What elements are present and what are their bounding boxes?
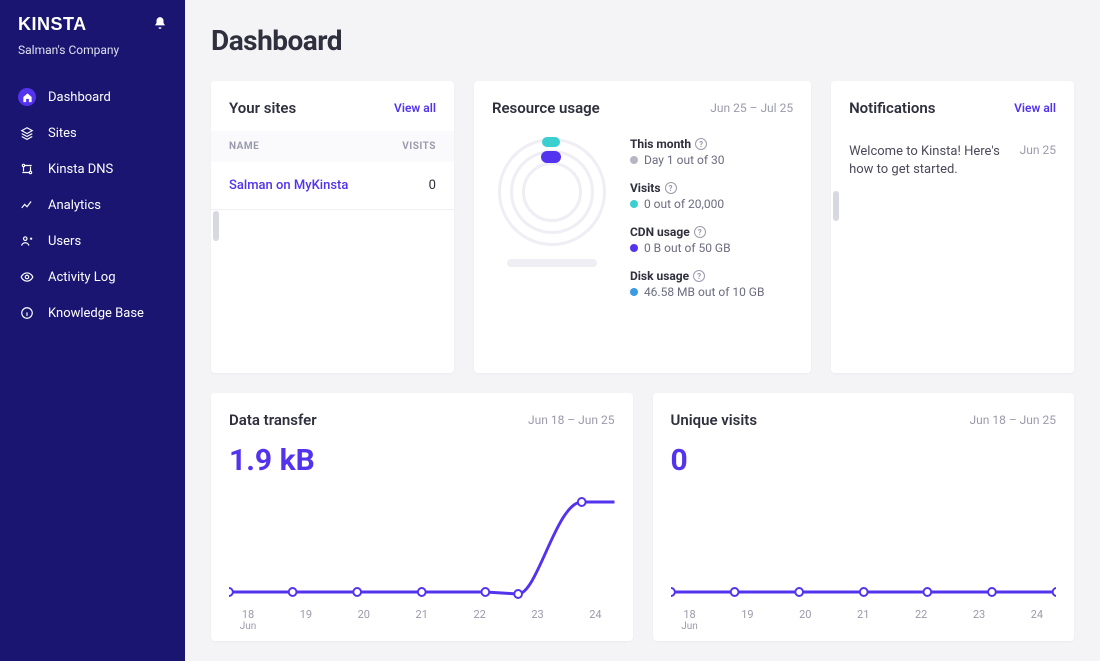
dns-icon — [18, 160, 36, 178]
card-title: Notifications — [849, 99, 935, 117]
help-icon[interactable]: ? — [693, 270, 705, 282]
page-title: Dashboard — [211, 24, 1074, 57]
eye-icon — [18, 268, 36, 286]
company-name[interactable]: Salman's Company — [0, 43, 185, 79]
line-chart — [211, 492, 633, 602]
card-title: Resource usage — [492, 99, 600, 117]
dot-icon — [630, 244, 638, 252]
col-name: NAME — [229, 141, 259, 152]
table-row[interactable]: Salman on MyKinsta 0 — [211, 162, 454, 210]
card-notifications: Notifications View all Welcome to Kinsta… — [831, 81, 1074, 373]
users-icon — [18, 232, 36, 250]
nav-item-knowledge[interactable]: Knowledge Base — [0, 295, 185, 331]
notification-item[interactable]: Welcome to Kinsta! Here's how to get sta… — [831, 131, 1074, 191]
chart-icon — [18, 196, 36, 214]
metric-disk: Disk usage? 46.58 MB out of 10 GB — [630, 269, 793, 299]
nav-label: Analytics — [48, 198, 101, 213]
main-content: Dashboard Your sites View all NAME VISIT… — [185, 0, 1100, 661]
usage-donut — [492, 137, 612, 267]
help-icon[interactable]: ? — [694, 226, 706, 238]
help-icon[interactable]: ? — [665, 182, 677, 194]
line-chart — [653, 492, 1075, 602]
brand-logo: KINSTA — [18, 14, 87, 35]
metric-value: 1.9 kB — [211, 443, 633, 478]
scroll-hint-left — [833, 191, 839, 221]
sites-table-header: NAME VISITS — [211, 131, 454, 162]
sidebar: KINSTA Salman's Company Dashboard Sites … — [0, 0, 185, 661]
nav-list: Dashboard Sites Kinsta DNS Analytics Use… — [0, 79, 185, 331]
date-range: Jun 25 – Jul 25 — [710, 101, 793, 115]
site-visits: 0 — [429, 178, 436, 193]
nav-item-dns[interactable]: Kinsta DNS — [0, 151, 185, 187]
col-visits: VISITS — [402, 141, 436, 152]
metric-value: 0 — [653, 443, 1075, 478]
home-icon — [18, 88, 36, 106]
dot-icon — [630, 200, 638, 208]
date-range: Jun 18 – Jun 25 — [970, 413, 1056, 427]
notification-text: Welcome to Kinsta! Here's how to get sta… — [849, 143, 1010, 179]
dot-icon — [630, 156, 638, 164]
metric-this-month: This month? Day 1 out of 30 — [630, 137, 793, 167]
card-unique-visits: Unique visits Jun 18 – Jun 25 0 — [653, 393, 1075, 641]
metric-visits: Visits? 0 out of 20,000 — [630, 181, 793, 211]
card-title: Your sites — [229, 99, 296, 117]
metric-cdn: CDN usage? 0 B out of 50 GB — [630, 225, 793, 255]
card-your-sites: Your sites View all NAME VISITS Salman o… — [211, 81, 454, 373]
card-resource-usage: Resource usage Jun 25 – Jul 25 — [474, 81, 811, 373]
nav-label: Activity Log — [48, 270, 116, 285]
info-icon — [18, 304, 36, 322]
card-title: Data transfer — [229, 411, 317, 429]
view-all-link[interactable]: View all — [394, 101, 436, 115]
card-data-transfer: Data transfer Jun 18 – Jun 25 1.9 kB — [211, 393, 633, 641]
site-name[interactable]: Salman on MyKinsta — [229, 178, 348, 193]
nav-label: Knowledge Base — [48, 306, 144, 321]
nav-label: Dashboard — [48, 90, 111, 105]
nav-item-users[interactable]: Users — [0, 223, 185, 259]
x-axis: 18Jun 19 20 21 22 23 24 — [653, 602, 1075, 632]
layers-icon — [18, 124, 36, 142]
view-all-link[interactable]: View all — [1014, 101, 1056, 115]
nav-item-analytics[interactable]: Analytics — [0, 187, 185, 223]
nav-item-dashboard[interactable]: Dashboard — [0, 79, 185, 115]
bell-icon[interactable] — [153, 16, 167, 34]
nav-item-sites[interactable]: Sites — [0, 115, 185, 151]
card-title: Unique visits — [671, 411, 758, 429]
help-icon[interactable]: ? — [695, 138, 707, 150]
nav-label: Users — [48, 234, 81, 249]
date-range: Jun 18 – Jun 25 — [528, 413, 614, 427]
nav-item-activity[interactable]: Activity Log — [0, 259, 185, 295]
nav-label: Kinsta DNS — [48, 162, 113, 177]
dot-icon — [630, 288, 638, 296]
nav-label: Sites — [48, 126, 77, 141]
x-axis: 18Jun 19 20 21 22 23 24 — [211, 602, 633, 632]
scroll-hint-left — [213, 211, 219, 241]
notification-date: Jun 25 — [1020, 143, 1056, 179]
